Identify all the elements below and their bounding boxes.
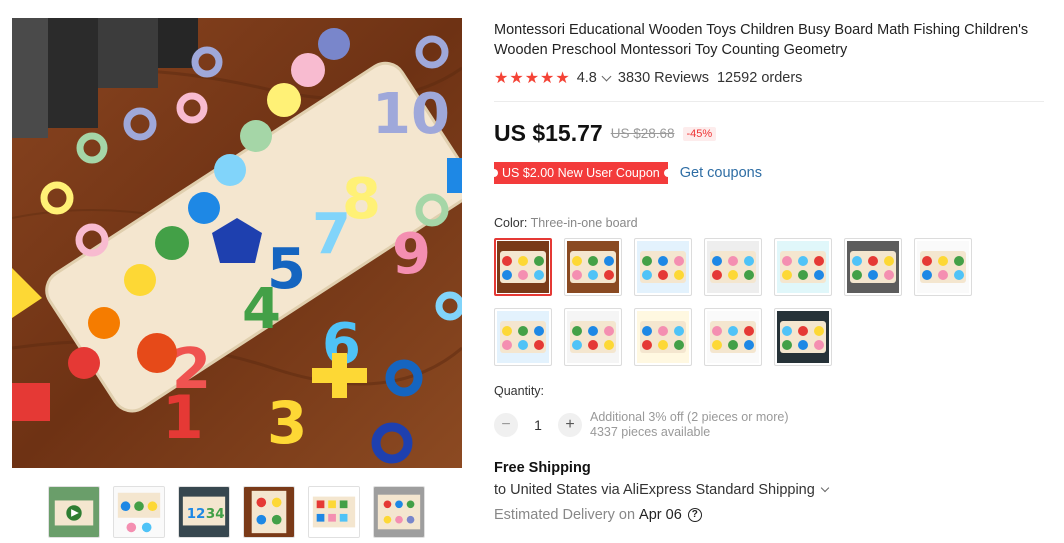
color-swatch-12[interactable] [774,308,832,366]
divider [494,101,1044,102]
price-row: US $15.77 US $28.68 -45% [494,120,717,147]
bulk-discount-text: Additional 3% off (2 pieces or more) [590,410,789,424]
quantity-input[interactable]: 1 [518,417,558,433]
thumbnail-video[interactable] [48,486,100,538]
thumbnail-4[interactable] [243,486,295,538]
color-label-text: Color: [494,216,528,230]
color-swatches [494,238,984,366]
svg-text:2: 2 [172,337,211,402]
rating-row: ★★★★★ 4.8 3830 Reviews 12592 orders [494,68,802,88]
quantity-label: Quantity: [494,384,545,398]
product-title: Montessori Educational Wooden Toys Child… [494,22,1029,58]
color-swatch-5[interactable] [774,238,832,296]
shipping-destination[interactable]: to United States via AliExpress Standard… [494,482,830,498]
chevron-down-icon[interactable] [601,71,612,81]
svg-text:5: 5 [267,237,306,302]
discount-badge: -45% [682,126,717,141]
coupon-row: US $2.00 New User Coupon Get coupons [490,162,762,184]
color-selected-value: Three-in-one board [530,216,638,230]
stock-available-text: 4337 pieces available [590,425,711,439]
thumbnail-2[interactable] [113,486,165,538]
quantity-stepper: − 1 + Additional 3% off (2 pieces or mor… [494,410,788,440]
quantity-info: Additional 3% off (2 pieces or more) 433… [590,410,788,440]
svg-text:10: 10 [372,82,450,147]
original-price: US $28.68 [610,126,675,141]
svg-text:12: 12 [187,507,206,522]
thumbnail-6[interactable] [373,486,425,538]
quantity-increase-button[interactable]: + [558,413,582,437]
help-icon[interactable]: ? [687,508,702,522]
thumbnail-strip: 12 34 [48,486,425,538]
orders-count: 12592 orders [716,70,803,86]
coupon-badge[interactable]: US $2.00 New User Coupon [490,162,672,184]
current-price: US $15.77 [494,120,603,146]
svg-text:9: 9 [392,222,431,287]
color-swatch-9[interactable] [564,308,622,366]
delivery-label: Estimated Delivery on [494,507,636,523]
thumbnail-5[interactable] [308,486,360,538]
thumbnail-3[interactable]: 12 34 [178,486,230,538]
color-swatch-11[interactable] [704,308,762,366]
color-swatch-8[interactable] [494,308,552,366]
rating-value[interactable]: 4.8 [577,70,597,86]
color-swatch-2[interactable] [564,238,622,296]
shipping-title: Free Shipping [494,460,591,476]
color-swatch-10[interactable] [634,308,692,366]
get-coupons-link[interactable]: Get coupons [680,165,762,181]
estimated-delivery: Estimated Delivery on Apr 06 ? [494,507,702,523]
reviews-link[interactable]: 3830 Reviews [618,70,709,86]
main-product-image[interactable]: 1 2 3 4 5 6 7 8 9 10 [12,18,462,468]
color-swatch-6[interactable] [844,238,902,296]
rating-stars: ★★★★★ [494,70,571,87]
product-photo: 1 2 3 4 5 6 7 8 9 10 [12,18,462,468]
svg-text:34: 34 [206,507,225,522]
color-label: Color: Three-in-one board [494,216,638,230]
quantity-decrease-button[interactable]: − [494,413,518,437]
svg-text:3: 3 [267,389,307,457]
color-swatch-1[interactable] [494,238,552,296]
color-swatch-3[interactable] [634,238,692,296]
color-swatch-7[interactable] [914,238,972,296]
shipping-destination-text[interactable]: to United States via AliExpress Standard… [494,482,815,498]
color-swatch-4[interactable] [704,238,762,296]
chevron-down-icon[interactable] [820,483,830,493]
svg-text:8: 8 [342,167,381,232]
delivery-date: Apr 06 [639,507,682,523]
